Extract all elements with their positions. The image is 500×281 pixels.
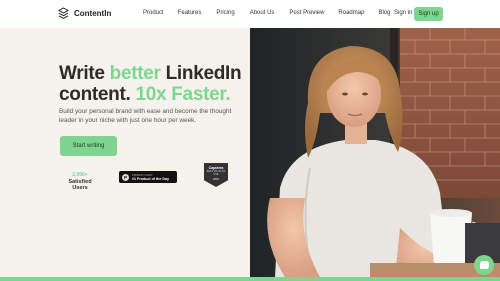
main-menu: Product Features Pricing About Us Post P… (143, 10, 390, 16)
nav-item-pricing[interactable]: Pricing (216, 10, 234, 16)
nav-item-product[interactable]: Product (143, 10, 164, 16)
woman-with-laptop-image (250, 28, 500, 277)
top-nav: ContentIn Product Features Pricing About… (0, 0, 500, 28)
chat-widget-button[interactable] (474, 255, 494, 275)
capterra-year: 2023 (213, 177, 219, 181)
users-count: 2,000+ (72, 172, 88, 178)
satisfied-users-stat: 2,000+ Satisfied Users (60, 172, 100, 191)
nav-item-roadmap[interactable]: Roadmap (338, 10, 364, 16)
hero-subtext: Build your personal brand with ease and … (59, 108, 232, 124)
layers-logo-icon (58, 7, 69, 19)
sign-up-button[interactable]: Sign up (414, 7, 443, 21)
headline-part-1: Write (59, 63, 110, 84)
headline-accent-2: 10x Faster. (135, 84, 231, 105)
brand-name: ContentIn (74, 9, 112, 18)
hero-headline: Write better LinkedIn content. 10x Faste… (59, 63, 249, 105)
headline-accent-1: better (109, 63, 161, 84)
nav-item-about-us[interactable]: About Us (250, 10, 275, 16)
capterra-badge[interactable]: Capterra BEST VALUE OF USE 2023 (204, 163, 228, 187)
nav-item-features[interactable]: Features (178, 10, 202, 16)
nav-item-blog[interactable]: Blog (378, 10, 390, 16)
hero-photo (250, 28, 500, 277)
ph-main-label: #1 Product of the Day (132, 176, 169, 181)
capterra-award-text: BEST VALUE OF USE (206, 170, 226, 176)
product-hunt-icon: P (122, 173, 129, 181)
start-writing-button[interactable]: Start writing (60, 136, 117, 156)
capterra-shield-icon: Capterra BEST VALUE OF USE 2023 (204, 163, 228, 187)
bottom-accent-band (0, 277, 500, 281)
chat-icon (479, 261, 489, 269)
nav-item-post-preview[interactable]: Post Preview (289, 10, 324, 16)
sign-in-link[interactable]: Sign in (394, 10, 412, 16)
users-label: Satisfied Users (68, 179, 92, 191)
product-hunt-badge[interactable]: P PRODUCT HUNT #1 Product of the Day (119, 171, 177, 183)
brand[interactable]: ContentIn (58, 7, 111, 20)
